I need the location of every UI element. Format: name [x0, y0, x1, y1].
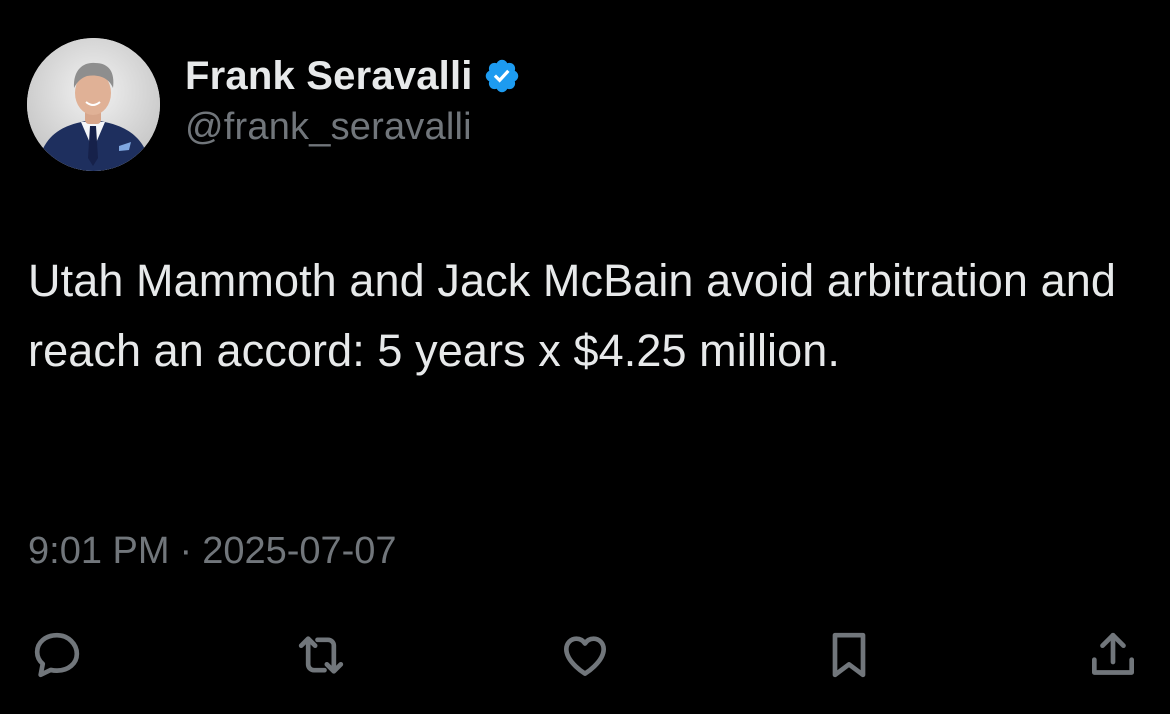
tweet-card: Frank Seravalli @frank_seravalli Utah Ma… [0, 0, 1170, 714]
tweet-timestamp[interactable]: 9:01 PM · 2025-07-07 [28, 530, 397, 573]
retweet-arrows-icon [298, 636, 344, 674]
tweet-text: Utah Mammoth and Jack McBain avoid arbit… [28, 255, 1117, 376]
bookmark-button[interactable] [814, 620, 884, 690]
author-block: Frank Seravalli @frank_seravalli [185, 50, 521, 149]
display-name[interactable]: Frank Seravalli [185, 54, 473, 99]
speech-bubble-icon [34, 632, 80, 678]
reply-button[interactable] [22, 620, 92, 690]
tweet-date: 2025-07-07 [202, 530, 397, 572]
avatar[interactable] [27, 38, 160, 171]
bookmark-icon [832, 632, 866, 678]
user-handle[interactable]: @frank_seravalli [185, 106, 521, 149]
like-button[interactable] [550, 620, 620, 690]
share-button[interactable] [1078, 620, 1148, 690]
action-bar [0, 620, 1170, 690]
heart-icon [564, 636, 606, 676]
share-upload-icon [1092, 632, 1134, 675]
tweet-time: 9:01 PM [28, 530, 170, 572]
retweet-button[interactable] [286, 620, 356, 690]
verified-badge-icon[interactable] [483, 57, 521, 95]
meta-separator: · [179, 530, 193, 572]
name-row: Frank Seravalli [185, 50, 521, 102]
